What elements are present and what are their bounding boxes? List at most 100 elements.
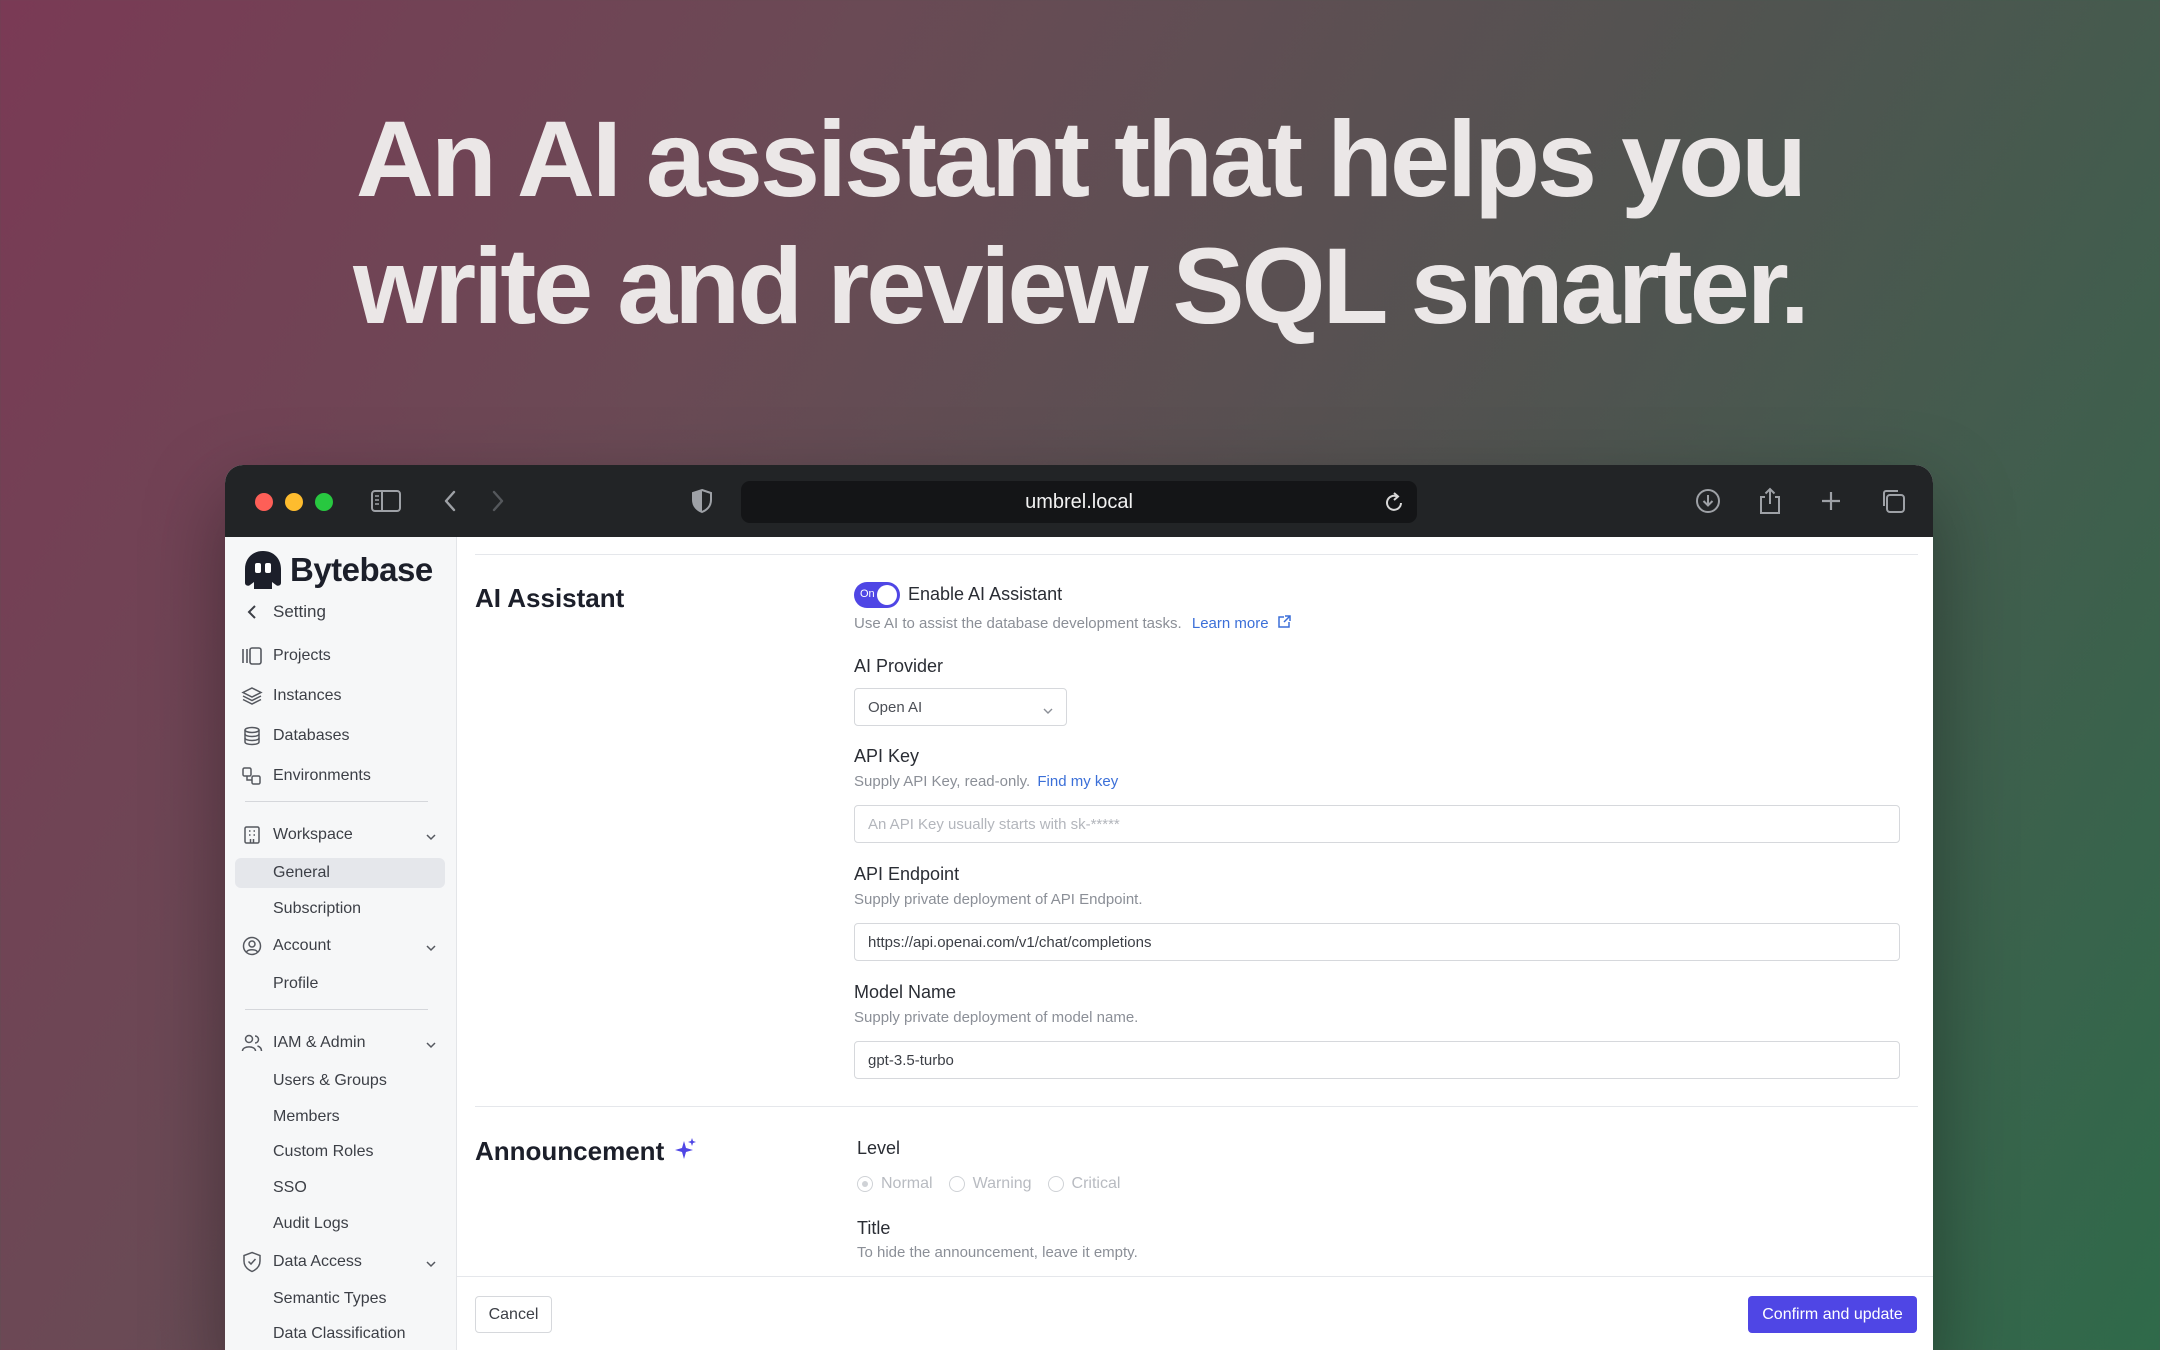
confirm-update-button[interactable]: Confirm and update <box>1748 1296 1917 1333</box>
section-divider <box>475 554 1918 555</box>
section-divider <box>475 1106 1918 1107</box>
sidebar-item-custom-roles[interactable]: Custom Roles <box>235 1137 445 1167</box>
sidebar-group-iam[interactable]: IAM & Admin <box>235 1028 445 1058</box>
learn-more-link[interactable]: Learn more <box>1192 615 1292 632</box>
new-tab-icon[interactable] <box>1813 483 1849 519</box>
announcement-title-text: Announcement <box>475 1136 665 1166</box>
sidebar-item-label: Projects <box>273 647 331 664</box>
radio-control <box>1047 1176 1064 1192</box>
enable-ai-label: Enable AI Assistant <box>908 584 1063 604</box>
level-radio-critical[interactable]: Critical <box>1047 1175 1120 1193</box>
api-key-input[interactable]: An API Key usually starts with sk-***** <box>854 805 1900 843</box>
brand-name: Bytebase <box>290 551 433 588</box>
ai-provider-value: Open AI <box>868 698 923 716</box>
sidebar-group-data-access[interactable]: Data Access <box>235 1247 445 1277</box>
user-circle-icon <box>239 936 265 956</box>
api-endpoint-label: API Endpoint <box>854 864 960 884</box>
learn-more-label: Learn more <box>1191 615 1269 632</box>
sidebar-item-environments[interactable]: Environments <box>235 761 445 791</box>
minimize-window-button[interactable] <box>285 493 303 511</box>
radio-label: Warning <box>972 1175 1032 1192</box>
level-radio-warning[interactable]: Warning <box>948 1175 1032 1193</box>
cancel-button[interactable]: Cancel <box>475 1296 552 1333</box>
close-window-button[interactable] <box>255 493 273 511</box>
sidebar-toggle-icon[interactable] <box>368 483 404 519</box>
sidebar-item-members[interactable]: Members <box>235 1102 445 1132</box>
setting-label: Setting <box>273 602 326 621</box>
zoom-window-button[interactable] <box>315 493 333 511</box>
sidebar-item-semantic-types[interactable]: Semantic Types <box>235 1284 445 1314</box>
sidebar-item-label: Custom Roles <box>273 1143 374 1160</box>
chevron-down-icon <box>425 829 437 847</box>
ai-provider-label: AI Provider <box>854 656 944 676</box>
enable-ai-toggle[interactable]: On <box>854 582 900 608</box>
api-key-help-text: Supply API Key, read-only. <box>854 773 1031 790</box>
share-icon[interactable] <box>1752 483 1788 519</box>
sidebar-item-label: Subscription <box>273 900 362 917</box>
level-label: Level <box>857 1138 901 1158</box>
footer-action-bar <box>457 1276 1933 1350</box>
ai-provider-select[interactable]: Open AI <box>854 688 1067 726</box>
sidebar-group-workspace[interactable]: Workspace <box>235 820 445 850</box>
sidebar-item-sso[interactable]: SSO <box>235 1173 445 1203</box>
find-my-key-link[interactable]: Find my key <box>1037 773 1118 790</box>
chevron-down-icon <box>425 1256 437 1274</box>
sidebar-item-label: Data Classification <box>273 1325 406 1342</box>
sidebar-item-label: Instances <box>273 687 342 704</box>
sidebar-item-data-classification[interactable]: Data Classification <box>235 1319 445 1349</box>
back-icon[interactable] <box>432 483 468 519</box>
hero-line-1: An AI assistant that helps you <box>355 98 1807 219</box>
address-bar[interactable]: umbrel.local <box>741 481 1417 523</box>
radio-control <box>948 1176 965 1192</box>
sidebar-item-projects[interactable]: Projects <box>235 641 445 671</box>
sidebar-divider <box>245 801 428 802</box>
sidebar-group-label: Account <box>273 937 331 954</box>
sidebar-item-label: Profile <box>273 975 319 992</box>
external-link-icon <box>1278 615 1291 628</box>
layers-icon <box>239 686 265 706</box>
enable-ai-help: Use AI to assist the database developmen… <box>854 614 1292 632</box>
radio-control <box>857 1176 873 1192</box>
building-icon <box>239 825 265 845</box>
bytebase-logo[interactable]: Bytebase <box>242 549 433 591</box>
hero-headline: An AI assistant that helps you write and… <box>0 95 2160 349</box>
forward-icon[interactable] <box>480 483 516 519</box>
chevron-left-icon <box>239 604 265 620</box>
sidebar-item-profile[interactable]: Profile <box>235 969 445 999</box>
sidebar-item-users-groups[interactable]: Users & Groups <box>235 1066 445 1096</box>
bytebase-logo-icon <box>245 551 281 589</box>
reload-icon[interactable] <box>1383 490 1405 520</box>
sidebar-group-account[interactable]: Account <box>235 931 445 961</box>
database-icon <box>239 726 265 746</box>
level-radio-normal[interactable]: Normal <box>857 1175 933 1193</box>
api-endpoint-input[interactable]: https://api.openai.com/v1/chat/completio… <box>854 923 1900 961</box>
sidebar-item-label: Databases <box>273 727 350 744</box>
enable-ai-help-text: Use AI to assist the database developmen… <box>854 615 1182 632</box>
sidebar-item-instances[interactable]: Instances <box>235 681 445 711</box>
model-name-input[interactable]: gpt-3.5-turbo <box>854 1041 1900 1079</box>
sidebar-item-audit-logs[interactable]: Audit Logs <box>235 1209 445 1239</box>
shield-check-icon <box>239 1251 265 1273</box>
shield-icon[interactable] <box>684 483 720 519</box>
announcement-title-label: Title <box>857 1218 891 1238</box>
back-to-setting[interactable]: Setting <box>235 597 445 627</box>
sidebar-item-general[interactable]: General <box>235 858 445 888</box>
tabs-overview-icon[interactable] <box>1875 483 1911 519</box>
toggle-knob <box>877 585 897 605</box>
hero-line-2: write and review SQL smarter. <box>353 225 1810 346</box>
browser-toolbar: umbrel.local <box>225 465 1933 537</box>
sidebar-divider <box>245 1009 428 1010</box>
sidebar-item-databases[interactable]: Databases <box>235 721 445 751</box>
sidebar-item-label: Environments <box>273 767 371 784</box>
announcement-title: Announcement <box>475 1136 697 1167</box>
sidebar-item-subscription[interactable]: Subscription <box>235 894 445 924</box>
sidebar-group-label: Data Access <box>273 1253 362 1270</box>
sidebar-item-label: General <box>273 864 330 881</box>
announcement-title-help: To hide the announcement, leave it empty… <box>857 1244 1138 1261</box>
chevron-down-icon <box>425 940 437 958</box>
sidebar-group-label: IAM & Admin <box>273 1034 366 1051</box>
api-key-help: Supply API Key, read-only. Find my key <box>854 773 1118 790</box>
sidebar-group-label: Workspace <box>273 826 353 843</box>
sidebar-item-label: Users & Groups <box>273 1072 387 1089</box>
download-icon[interactable] <box>1690 483 1726 519</box>
